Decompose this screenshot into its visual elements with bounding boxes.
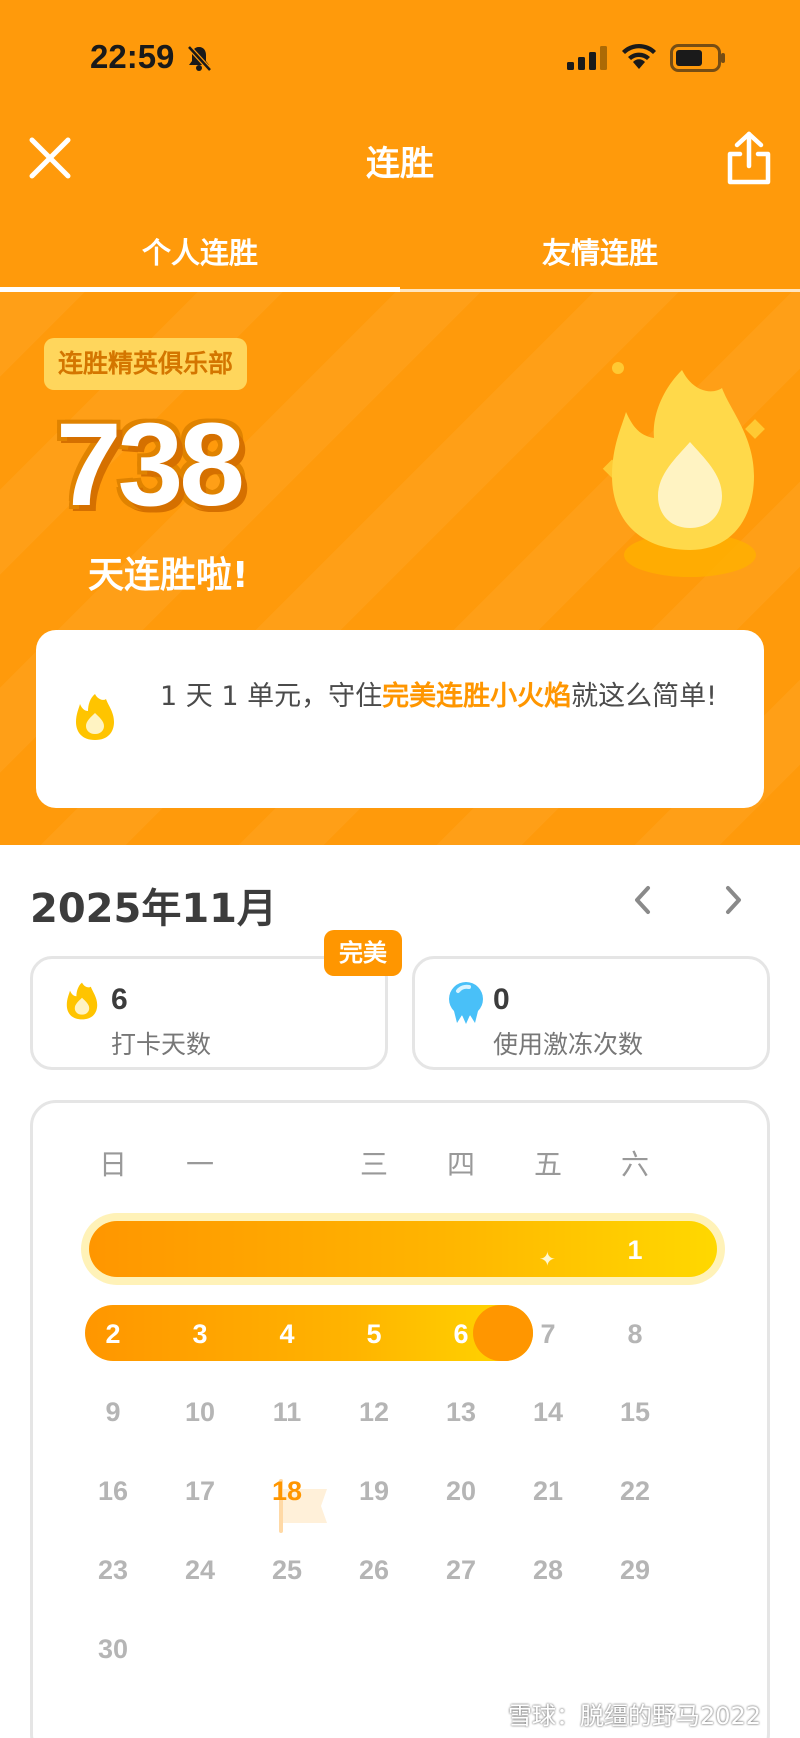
streak-label: 天连胜啦!	[88, 555, 249, 596]
checkin-days-label: 打卡天数	[111, 1030, 212, 1059]
flame-icon	[66, 982, 98, 1020]
calendar-day[interactable]: 20	[431, 1476, 491, 1507]
active-tab-indicator	[0, 287, 400, 292]
cellular-signal-icon	[567, 46, 607, 70]
chevron-left-icon[interactable]	[628, 882, 658, 918]
flame-icon	[602, 362, 765, 577]
calendar-day-today[interactable]: 18	[257, 1476, 317, 1507]
calendar-day[interactable]: 9	[83, 1397, 143, 1428]
battery-icon	[670, 44, 725, 72]
chevron-right-icon[interactable]	[718, 882, 748, 918]
calendar-day[interactable]: 17	[170, 1476, 230, 1507]
calendar-day[interactable]: 1	[605, 1235, 665, 1266]
perfect-badge: 完美	[324, 930, 402, 976]
mute-bell-icon	[187, 45, 212, 72]
info-text-after: 就这么简单!	[571, 681, 717, 712]
info-highlight: 完美连胜小火焰	[382, 681, 572, 712]
info-text-before: 1 天 1 单元，守住	[160, 681, 383, 712]
calendar-day[interactable]: 27	[431, 1555, 491, 1586]
watermark: 雪球：脱缰的野马2022	[508, 1702, 762, 1730]
calendar-day[interactable]: 14	[518, 1397, 578, 1428]
checkin-days-value: 6	[111, 983, 128, 1016]
calendar-day[interactable]: 12	[344, 1397, 404, 1428]
freeze-used-label: 使用激冻次数	[493, 1030, 644, 1059]
calendar-day[interactable]: 15	[605, 1397, 665, 1428]
calendar-day[interactable]: 23	[83, 1555, 143, 1586]
calendar-day[interactable]: 10	[170, 1397, 230, 1428]
freeze-used-card: 0 使用激冻次数	[412, 956, 770, 1070]
calendar-day[interactable]: 22	[605, 1476, 665, 1507]
calendar-day[interactable]: 13	[431, 1397, 491, 1428]
weekday-label: 六	[620, 1148, 649, 1181]
calendar-day[interactable]: 25	[257, 1555, 317, 1586]
calendar-day[interactable]: 30	[83, 1634, 143, 1665]
streak-count: 738	[56, 399, 245, 531]
calendar-day[interactable]: 2	[83, 1319, 143, 1350]
calendar-day[interactable]: 5	[344, 1319, 404, 1350]
status-time: 22:59	[90, 38, 175, 75]
calendar-day[interactable]: 29	[605, 1555, 665, 1586]
club-badge: 连胜精英俱乐部	[44, 338, 248, 390]
streak-freeze-icon	[449, 982, 483, 1024]
weekday-label: 五	[533, 1148, 562, 1181]
streak-hero-section: 22:59 连胜 个人连胜 友情连胜 连胜精英俱乐部 738 天连胜啦! 1 天…	[0, 0, 800, 845]
sparkle-icon: ✦	[539, 1247, 556, 1271]
calendar-day[interactable]: 4	[257, 1319, 317, 1350]
weekday-label: 日	[98, 1148, 127, 1181]
calendar-day[interactable]: 24	[170, 1555, 230, 1586]
info-text: 1 天 1 单元，守住完美连胜小火焰就这么简单!	[160, 672, 720, 722]
page-title: 连胜	[366, 144, 434, 184]
wifi-icon	[622, 43, 656, 69]
calendar-day[interactable]: 3	[170, 1319, 230, 1350]
weekday-label: 一	[185, 1148, 214, 1181]
calendar-day[interactable]: 16	[83, 1476, 143, 1507]
status-bar: 22:59	[0, 0, 800, 110]
calendar-day[interactable]: 28	[518, 1555, 578, 1586]
share-icon[interactable]	[724, 130, 774, 186]
small-flame-icon	[76, 694, 114, 740]
calendar-day[interactable]: 7	[518, 1319, 578, 1350]
calendar-day[interactable]: 26	[344, 1555, 404, 1586]
calendar-day[interactable]: 11	[257, 1397, 317, 1428]
info-card: 1 天 1 单元，守住完美连胜小火焰就这么简单!	[36, 630, 764, 808]
month-title: 2025年11月	[30, 886, 277, 932]
tab-personal-streak[interactable]: 个人连胜	[0, 230, 400, 272]
weekday-label: 三	[359, 1148, 388, 1181]
calendar-grid: ✦ 日一三四五六 1 2 3 4 5 6 7 8 9 10 11 12 13 14 15 16 17 18 19 20 2…	[30, 1100, 770, 1738]
freeze-used-value: 0	[493, 983, 510, 1016]
tab-friend-streak[interactable]: 友情连胜	[400, 230, 800, 272]
calendar-day[interactable]: 21	[518, 1476, 578, 1507]
calendar-day[interactable]: 8	[605, 1319, 665, 1350]
weekday-label: 四	[446, 1148, 475, 1181]
calendar-day[interactable]: 6	[431, 1319, 491, 1350]
calendar-day[interactable]: 19	[344, 1476, 404, 1507]
